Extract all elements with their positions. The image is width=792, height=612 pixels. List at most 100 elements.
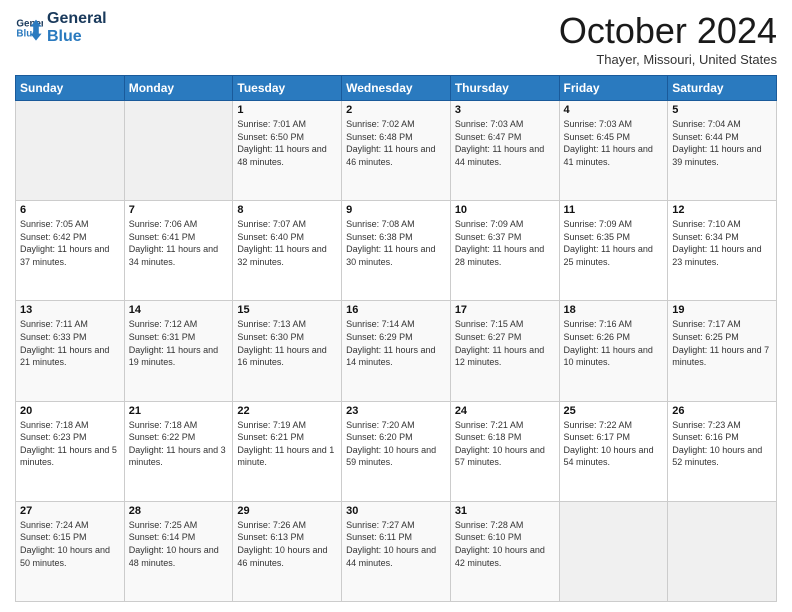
day-cell: 10 Sunrise: 7:09 AMSunset: 6:37 PMDayligh…	[450, 201, 559, 301]
day-cell: 26 Sunrise: 7:23 AMSunset: 6:16 PMDayligh…	[668, 401, 777, 501]
day-info: Sunrise: 7:26 AMSunset: 6:13 PMDaylight:…	[237, 519, 337, 569]
day-cell: 11 Sunrise: 7:09 AMSunset: 6:35 PMDayligh…	[559, 201, 668, 301]
day-info: Sunrise: 7:09 AMSunset: 6:37 PMDaylight:…	[455, 218, 555, 268]
day-cell: 27 Sunrise: 7:24 AMSunset: 6:15 PMDayligh…	[16, 501, 125, 601]
day-number: 28	[129, 505, 229, 517]
day-cell: 22 Sunrise: 7:19 AMSunset: 6:21 PMDayligh…	[233, 401, 342, 501]
day-info: Sunrise: 7:06 AMSunset: 6:41 PMDaylight:…	[129, 218, 229, 268]
day-cell: 15 Sunrise: 7:13 AMSunset: 6:30 PMDayligh…	[233, 301, 342, 401]
month-title: October 2024	[559, 10, 777, 52]
day-cell: 6 Sunrise: 7:05 AMSunset: 6:42 PMDaylight…	[16, 201, 125, 301]
day-cell: 1Sunrise: 7:01 AMSunset: 6:50 PMDaylight…	[233, 101, 342, 201]
day-info: Sunrise: 7:14 AMSunset: 6:29 PMDaylight:…	[346, 318, 446, 368]
day-number: 9	[346, 204, 446, 216]
day-cell	[668, 501, 777, 601]
day-info: Sunrise: 7:12 AMSunset: 6:31 PMDaylight:…	[129, 318, 229, 368]
week-row-2: 6 Sunrise: 7:05 AMSunset: 6:42 PMDaylight…	[16, 201, 777, 301]
day-info: Sunrise: 7:28 AMSunset: 6:10 PMDaylight:…	[455, 519, 555, 569]
day-number: 16	[346, 304, 446, 316]
day-number: 6	[20, 204, 120, 216]
week-row-1: 1Sunrise: 7:01 AMSunset: 6:50 PMDaylight…	[16, 101, 777, 201]
day-info: Sunrise: 7:03 AMSunset: 6:47 PMDaylight:…	[455, 118, 555, 168]
day-number: 23	[346, 405, 446, 417]
day-info: Sunrise: 7:18 AMSunset: 6:22 PMDaylight:…	[129, 419, 229, 469]
day-number: 27	[20, 505, 120, 517]
day-number: 24	[455, 405, 555, 417]
day-info: Sunrise: 7:23 AMSunset: 6:16 PMDaylight:…	[672, 419, 772, 469]
day-number: 11	[564, 204, 664, 216]
day-cell: 14Sunrise: 7:12 AMSunset: 6:31 PMDayligh…	[124, 301, 233, 401]
day-info: Sunrise: 7:17 AMSunset: 6:25 PMDaylight:…	[672, 318, 772, 368]
day-number: 2	[346, 104, 446, 116]
day-info: Sunrise: 7:11 AMSunset: 6:33 PMDaylight:…	[20, 318, 120, 368]
weekday-header-tuesday: Tuesday	[233, 76, 342, 101]
day-info: Sunrise: 7:02 AMSunset: 6:48 PMDaylight:…	[346, 118, 446, 168]
day-number: 31	[455, 505, 555, 517]
day-cell: 5Sunrise: 7:04 AMSunset: 6:44 PMDaylight…	[668, 101, 777, 201]
logo-icon: General Blue	[15, 14, 43, 42]
day-number: 20	[20, 405, 120, 417]
weekday-header-row: SundayMondayTuesdayWednesdayThursdayFrid…	[16, 76, 777, 101]
calendar-table: SundayMondayTuesdayWednesdayThursdayFrid…	[15, 75, 777, 602]
weekday-header-monday: Monday	[124, 76, 233, 101]
day-info: Sunrise: 7:03 AMSunset: 6:45 PMDaylight:…	[564, 118, 664, 168]
logo-line1: General	[47, 10, 107, 28]
day-cell: 20 Sunrise: 7:18 AMSunset: 6:23 PMDayligh…	[16, 401, 125, 501]
day-info: Sunrise: 7:18 AMSunset: 6:23 PMDaylight:…	[20, 419, 120, 469]
day-cell: 25 Sunrise: 7:22 AMSunset: 6:17 PMDayligh…	[559, 401, 668, 501]
day-info: Sunrise: 7:25 AMSunset: 6:14 PMDaylight:…	[129, 519, 229, 569]
day-info: Sunrise: 7:22 AMSunset: 6:17 PMDaylight:…	[564, 419, 664, 469]
day-cell: 24Sunrise: 7:21 AMSunset: 6:18 PMDayligh…	[450, 401, 559, 501]
day-number: 10	[455, 204, 555, 216]
weekday-header-sunday: Sunday	[16, 76, 125, 101]
day-number: 17	[455, 304, 555, 316]
day-cell: 21 Sunrise: 7:18 AMSunset: 6:22 PMDayligh…	[124, 401, 233, 501]
day-cell: 7 Sunrise: 7:06 AMSunset: 6:41 PMDaylight…	[124, 201, 233, 301]
week-row-3: 13Sunrise: 7:11 AMSunset: 6:33 PMDayligh…	[16, 301, 777, 401]
logo-line2: Blue	[47, 28, 107, 46]
day-number: 8	[237, 204, 337, 216]
day-info: Sunrise: 7:24 AMSunset: 6:15 PMDaylight:…	[20, 519, 120, 569]
logo: General Blue General Blue	[15, 10, 107, 45]
day-number: 12	[672, 204, 772, 216]
day-info: Sunrise: 7:05 AMSunset: 6:42 PMDaylight:…	[20, 218, 120, 268]
day-number: 18	[564, 304, 664, 316]
day-number: 25	[564, 405, 664, 417]
day-info: Sunrise: 7:09 AMSunset: 6:35 PMDaylight:…	[564, 218, 664, 268]
day-info: Sunrise: 7:16 AMSunset: 6:26 PMDaylight:…	[564, 318, 664, 368]
day-number: 19	[672, 304, 772, 316]
day-cell: 16 Sunrise: 7:14 AMSunset: 6:29 PMDayligh…	[342, 301, 451, 401]
day-number: 4	[564, 104, 664, 116]
day-cell: 2 Sunrise: 7:02 AMSunset: 6:48 PMDaylight…	[342, 101, 451, 201]
day-cell: 17 Sunrise: 7:15 AMSunset: 6:27 PMDayligh…	[450, 301, 559, 401]
day-cell: 29Sunrise: 7:26 AMSunset: 6:13 PMDayligh…	[233, 501, 342, 601]
day-info: Sunrise: 7:01 AMSunset: 6:50 PMDaylight:…	[237, 118, 337, 168]
day-info: Sunrise: 7:20 AMSunset: 6:20 PMDaylight:…	[346, 419, 446, 469]
day-number: 22	[237, 405, 337, 417]
day-info: Sunrise: 7:08 AMSunset: 6:38 PMDaylight:…	[346, 218, 446, 268]
day-cell: 31 Sunrise: 7:28 AMSunset: 6:10 PMDayligh…	[450, 501, 559, 601]
day-info: Sunrise: 7:13 AMSunset: 6:30 PMDaylight:…	[237, 318, 337, 368]
day-cell: 3 Sunrise: 7:03 AMSunset: 6:47 PMDaylight…	[450, 101, 559, 201]
day-cell: 4 Sunrise: 7:03 AMSunset: 6:45 PMDaylight…	[559, 101, 668, 201]
weekday-header-saturday: Saturday	[668, 76, 777, 101]
header: General Blue General Blue October 2024 T…	[15, 10, 777, 67]
day-cell: 23 Sunrise: 7:20 AMSunset: 6:20 PMDayligh…	[342, 401, 451, 501]
day-info: Sunrise: 7:15 AMSunset: 6:27 PMDaylight:…	[455, 318, 555, 368]
weekday-header-friday: Friday	[559, 76, 668, 101]
day-info: Sunrise: 7:19 AMSunset: 6:21 PMDaylight:…	[237, 419, 337, 469]
day-number: 26	[672, 405, 772, 417]
day-number: 21	[129, 405, 229, 417]
day-number: 15	[237, 304, 337, 316]
day-cell	[559, 501, 668, 601]
day-number: 3	[455, 104, 555, 116]
day-info: Sunrise: 7:04 AMSunset: 6:44 PMDaylight:…	[672, 118, 772, 168]
day-info: Sunrise: 7:07 AMSunset: 6:40 PMDaylight:…	[237, 218, 337, 268]
day-number: 7	[129, 204, 229, 216]
week-row-5: 27 Sunrise: 7:24 AMSunset: 6:15 PMDayligh…	[16, 501, 777, 601]
day-info: Sunrise: 7:27 AMSunset: 6:11 PMDaylight:…	[346, 519, 446, 569]
day-number: 30	[346, 505, 446, 517]
day-cell: 28 Sunrise: 7:25 AMSunset: 6:14 PMDayligh…	[124, 501, 233, 601]
day-cell: 8 Sunrise: 7:07 AMSunset: 6:40 PMDaylight…	[233, 201, 342, 301]
calendar-page: General Blue General Blue October 2024 T…	[0, 0, 792, 612]
